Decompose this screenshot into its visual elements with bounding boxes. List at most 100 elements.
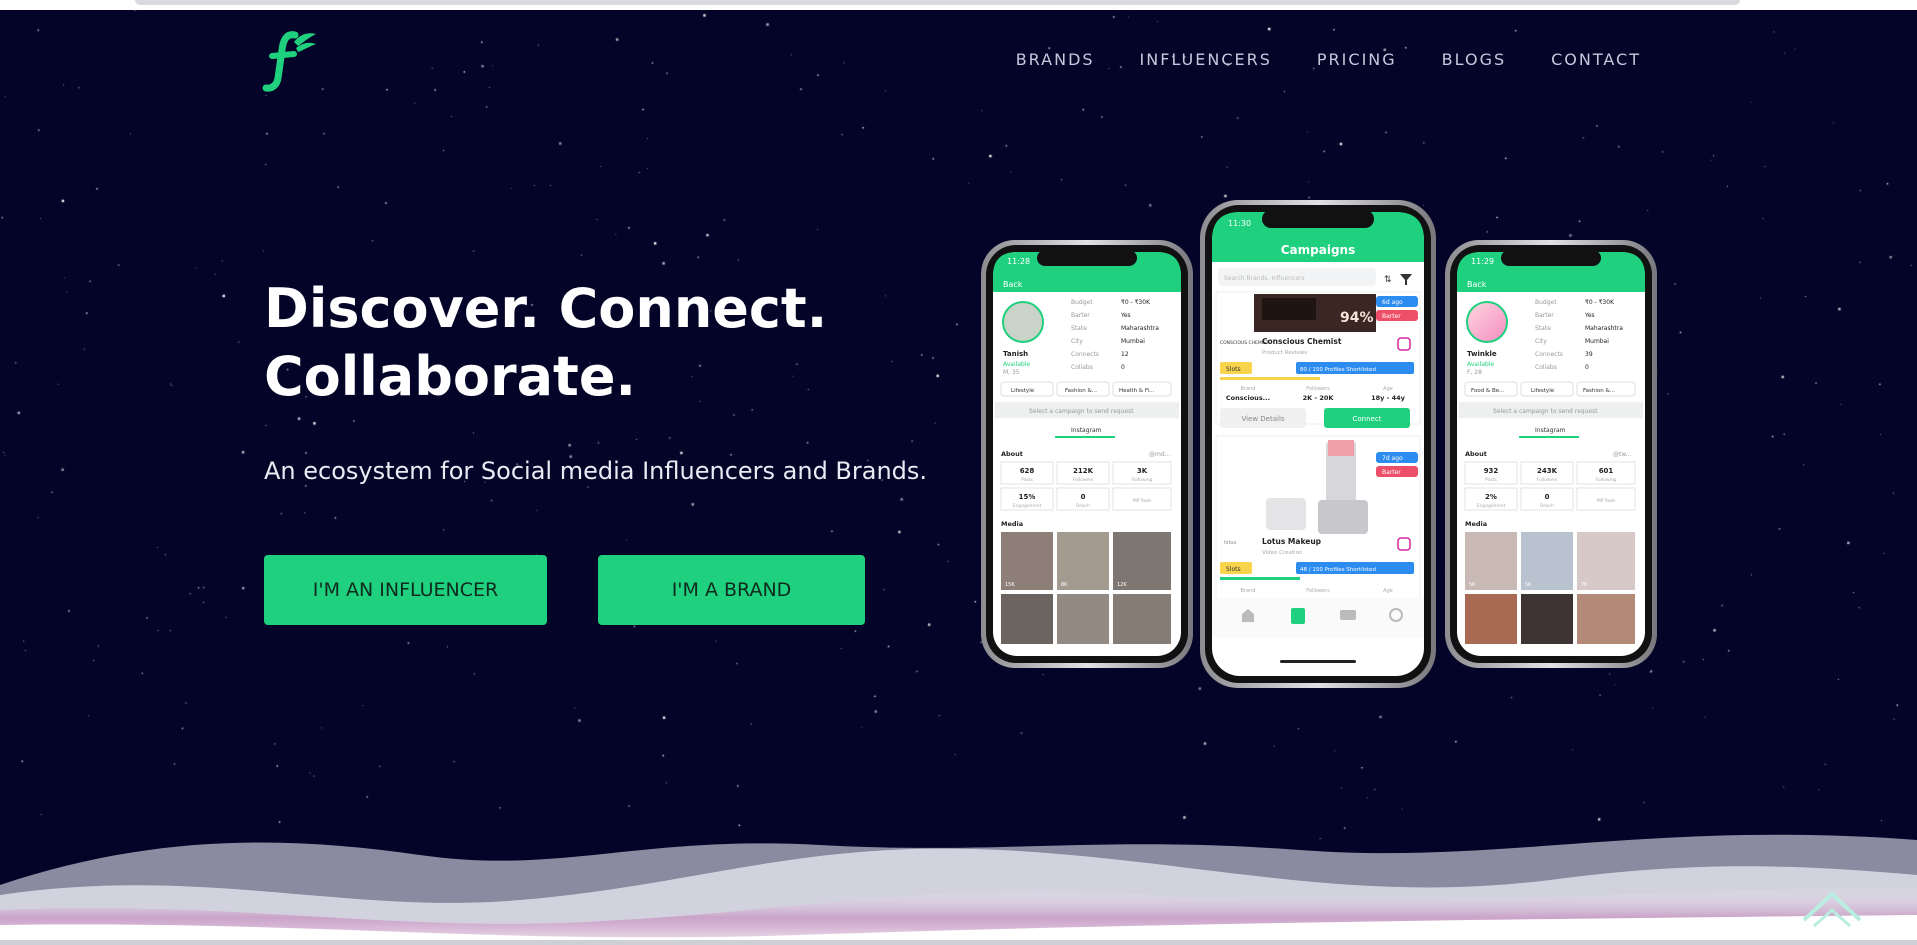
left-detail-value: 0 — [1121, 364, 1125, 371]
right-time: 11:29 — [1471, 257, 1494, 266]
right-detail-value: Maharashtra — [1585, 325, 1623, 332]
campaign-name: Lotus Makeup — [1262, 537, 1322, 546]
left-tag: Lifestyle — [1011, 388, 1035, 394]
left-stat-label: Followers — [1072, 477, 1094, 483]
right-detail-label: Connects — [1535, 351, 1563, 358]
nav-blogs[interactable]: BLOGS — [1442, 50, 1506, 69]
followers-label: Followers — [1306, 386, 1330, 392]
brand-button[interactable]: I'M A BRAND — [598, 555, 865, 625]
media-thumb[interactable] — [1113, 594, 1171, 644]
left-detail-value: Mumbai — [1121, 338, 1145, 345]
phone-right: 11:29 Back Twinkle Available F, 28 Budge… — [1445, 240, 1657, 668]
hero-section: BRANDS INFLUENCERS PRICING BLOGS CONTACT… — [0, 10, 1917, 940]
left-detail-label: Collabs — [1071, 364, 1093, 371]
brand-value: Conscious... — [1226, 394, 1270, 402]
site-logo[interactable] — [262, 28, 318, 92]
brand-logo-text: lotus — [1224, 540, 1237, 546]
hero-headline: Discover. Connect. Collaborate. — [264, 275, 827, 411]
right-stat-label: Following — [1595, 477, 1616, 483]
right-handle: @tw... — [1613, 451, 1632, 458]
campaigns-title: Campaigns — [1281, 243, 1355, 257]
campaigns-tab-icon[interactable] — [1291, 608, 1305, 624]
shortlisted-text: 48 / 150 Profiles Shortlisted — [1300, 567, 1376, 573]
view-details-label: View Details — [1241, 415, 1284, 423]
left-about-label: About — [1001, 450, 1023, 458]
media-thumb[interactable] — [1057, 594, 1109, 644]
left-detail-label: Barter — [1071, 312, 1090, 319]
left-stat-label: Posts — [1021, 477, 1033, 483]
right-back[interactable]: Back — [1467, 280, 1487, 289]
time-badge-text: 6d ago — [1382, 299, 1403, 306]
right-stat-label: Reach — [1540, 503, 1554, 509]
right-name: Twinkle — [1467, 350, 1497, 358]
media-thumb[interactable] — [1521, 594, 1573, 644]
brand-label: Brand — [1241, 588, 1256, 594]
center-time: 11:30 — [1228, 219, 1251, 228]
right-detail-value: ₹0 - ₹30K — [1585, 299, 1615, 306]
right-detail-label: Budget — [1535, 299, 1557, 306]
nav-contact[interactable]: CONTACT — [1551, 50, 1641, 69]
age-label: Age — [1383, 588, 1393, 594]
app-phones-mockup: 11:28 Back Tanish Available M, 35 Budget… — [981, 200, 1657, 688]
left-detail-value: ₹0 - ₹30K — [1121, 299, 1151, 306]
browser-top-strip — [0, 0, 1917, 10]
nav-brands[interactable]: BRANDS — [1016, 50, 1095, 69]
left-detail-label: City — [1071, 338, 1083, 345]
media-likes: 7K — [1581, 582, 1588, 588]
right-tag: Lifestyle — [1531, 388, 1555, 394]
right-meta: F, 28 — [1467, 369, 1482, 376]
left-stat-label: Reach — [1076, 503, 1090, 509]
right-instagram-tab[interactable]: Instagram — [1535, 427, 1566, 434]
left-detail-label: Budget — [1071, 299, 1093, 306]
left-time: 11:28 — [1007, 257, 1030, 266]
right-detail-label: City — [1535, 338, 1547, 345]
left-detail-label: Connects — [1071, 351, 1099, 358]
hero-tagline: An ecosystem for Social media Influencer… — [264, 457, 928, 485]
left-detail-value: Maharashtra — [1121, 325, 1159, 332]
media-likes: 15K — [1005, 582, 1015, 588]
right-about-label: About — [1465, 450, 1487, 458]
left-stat-label: Following — [1131, 477, 1152, 483]
campaign-name: Conscious Chemist — [1262, 337, 1342, 346]
right-stat-value: 243K — [1537, 467, 1558, 475]
scroll-to-top-icon[interactable] — [1800, 880, 1864, 930]
media-thumb[interactable] — [1577, 594, 1635, 644]
slots-progress — [1220, 577, 1300, 580]
chat-tab-icon[interactable] — [1340, 610, 1356, 620]
left-instagram-tab[interactable]: Instagram — [1071, 427, 1102, 434]
sort-icon[interactable]: ⇅ — [1384, 275, 1392, 285]
followers-value: 2K - 20K — [1303, 394, 1335, 402]
left-select-campaign[interactable]: Select a campaign to send request — [1029, 408, 1134, 415]
campaign-category: Video Creation — [1262, 550, 1303, 556]
left-availability: Available — [1003, 361, 1030, 368]
shortlisted-text: 80 / 150 Profiles Shortlisted — [1300, 367, 1376, 373]
connect-label: Connect — [1353, 415, 1382, 423]
nav-influencers[interactable]: INFLUENCERS — [1140, 50, 1272, 69]
age-label: Age — [1383, 386, 1393, 392]
age-value: 18y - 44y — [1371, 394, 1406, 402]
slots-text: Slots — [1226, 566, 1241, 573]
barter-badge-text: Barter — [1382, 469, 1401, 476]
right-select-campaign[interactable]: Select a campaign to send request — [1493, 408, 1598, 415]
right-stat-label: MP Rate — [1597, 498, 1616, 504]
left-detail-label: State — [1071, 325, 1087, 332]
left-stat-value: 628 — [1020, 467, 1035, 475]
right-avatar — [1466, 301, 1508, 343]
media-thumb[interactable] — [1465, 594, 1517, 644]
left-meta: M, 35 — [1003, 369, 1020, 376]
right-tag: Food & Be... — [1471, 388, 1505, 394]
influencer-button[interactable]: I'M AN INFLUENCER — [264, 555, 547, 625]
left-stat-value: 15% — [1019, 493, 1036, 501]
left-avatar — [1002, 301, 1044, 343]
decorative-waves — [0, 834, 1917, 940]
nav-pricing[interactable]: PRICING — [1317, 50, 1397, 69]
left-back[interactable]: Back — [1003, 280, 1023, 289]
right-detail-value: Yes — [1584, 312, 1595, 319]
left-media-label: Media — [1001, 520, 1023, 528]
left-tag: Fashion &... — [1065, 388, 1097, 394]
left-stat-label: Engagement — [1013, 503, 1042, 509]
right-stat-label: Posts — [1485, 477, 1497, 483]
media-thumb[interactable] — [1001, 594, 1053, 644]
right-detail-label: Barter — [1535, 312, 1554, 319]
campaign-category: Product Reviews — [1262, 350, 1307, 356]
